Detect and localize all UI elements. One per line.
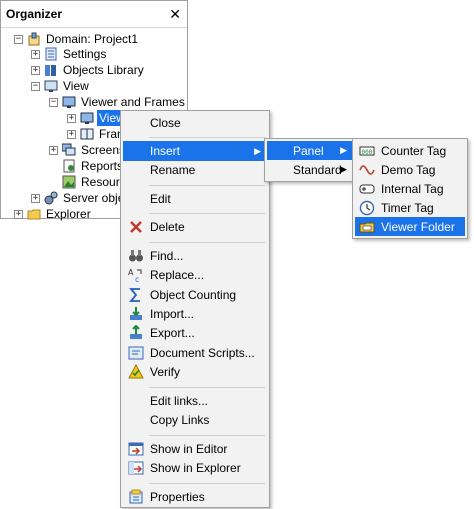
screens-icon [61,143,76,157]
menu-item-close[interactable]: Close [123,113,267,133]
export-icon [128,324,144,341]
menu-item-object-counting[interactable]: Object Counting [123,285,267,305]
view-icon [44,79,58,93]
menu-item-edit[interactable]: Edit [123,189,267,209]
expand-icon[interactable]: + [49,145,58,155]
collapse-icon[interactable]: − [14,34,23,44]
tree-item-settings[interactable]: + Settings [31,46,108,62]
collapse-icon[interactable]: − [49,97,58,107]
expand-icon[interactable]: + [31,193,40,203]
menu-item-document-scripts[interactable]: Document Scripts... [123,343,267,363]
tree-item-viewer-and-frames[interactable]: − Viewer and Frames [49,94,187,110]
tree-item-screens[interactable]: + Screens [49,142,127,158]
menu-separator [149,185,265,186]
monitor-icon [80,111,94,125]
submenu-item-internal-tag[interactable]: Internal Tag [355,179,465,198]
tree-item-objects-library[interactable]: + Objects Library [31,62,146,78]
show-editor-icon [128,441,144,457]
import-icon [128,306,144,322]
replace-icon: Ac [128,267,144,284]
tree-item-label: Viewer and Frames [81,95,185,109]
tree-item-reports[interactable]: Reports [49,158,125,174]
clock-icon [359,200,375,216]
menu-item-copy-links[interactable]: Copy Links [123,410,267,430]
expand-icon[interactable]: + [31,49,40,59]
menu-item-export[interactable]: Export... [123,323,267,343]
tree-item-resources[interactable]: Resourc [49,174,128,190]
menu-item-replace[interactable]: Ac Replace... [123,265,267,285]
expand-icon[interactable]: + [67,129,76,139]
tree-item-explorer[interactable]: + Explorer [14,206,93,222]
folder-icon [27,207,41,221]
monitor-icon [62,95,76,109]
submenu-item-viewer-folder[interactable]: Viewer Folder [355,217,465,236]
organizer-header: Organizer ✕ [1,1,187,28]
insert-submenu: Panel ▶ Standard ▶ [264,138,356,182]
menu-item-delete[interactable]: Delete [123,217,267,237]
svg-text:000: 000 [362,149,373,156]
tree-item-label: Settings [63,47,107,61]
tree-item-label: Domain: Project1 [46,32,139,46]
viewer-folder-icon [359,219,375,235]
menu-separator [149,387,265,388]
scripts-icon [128,345,144,361]
menu-item-insert[interactable]: Insert ▶ [123,141,267,161]
close-icon[interactable]: ✕ [169,7,181,21]
tree-item-label: Server obje [63,191,125,205]
organizer-title: Organizer [6,7,63,21]
counter-tag-icon: 000 [359,143,375,159]
menu-separator [149,137,265,138]
tree-item-label: Objects Library [63,63,144,77]
collapse-icon[interactable]: − [31,81,40,91]
frame-icon [80,127,94,141]
tree-item-server-objects[interactable]: + Server obje [31,190,126,206]
sine-wave-icon [359,162,375,178]
expand-icon[interactable]: + [14,209,23,219]
submenu-item-standard[interactable]: Standard ▶ [267,160,353,179]
show-explorer-icon [128,460,144,476]
menu-separator [149,435,265,436]
warning-icon [128,363,144,380]
resources-icon [62,175,76,189]
menu-item-rename[interactable]: Rename [123,160,267,180]
delete-icon [128,219,144,235]
submenu-item-demo-tag[interactable]: Demo Tag [355,160,465,179]
submenu-arrow-icon: ▶ [254,145,261,156]
svg-text:A: A [128,268,134,277]
menu-item-verify[interactable]: Verify [123,362,267,382]
menu-separator [149,213,265,214]
binoculars-icon [128,248,144,264]
sigma-icon [128,287,144,303]
context-menu: Close Insert ▶ Rename Edit Delete Find..… [120,110,270,508]
settings-icon [44,47,58,61]
panel-submenu: 000 Counter Tag Demo Tag Internal Tag Ti… [352,138,468,239]
expand-icon[interactable]: + [31,65,40,75]
expand-icon[interactable]: + [67,113,76,123]
submenu-item-counter-tag[interactable]: 000 Counter Tag [355,141,465,160]
properties-icon [128,489,144,505]
tree-item-label: Reports [81,159,124,173]
domain-icon [27,32,41,46]
menu-item-import[interactable]: Import... [123,304,267,324]
submenu-item-timer-tag[interactable]: Timer Tag [355,198,465,217]
tree-item-label: View [63,79,89,93]
submenu-arrow-icon: ▶ [340,164,347,174]
menu-item-show-in-editor[interactable]: Show in Editor [123,439,267,459]
menu-separator [149,483,265,484]
menu-item-show-in-explorer[interactable]: Show in Explorer [123,458,267,478]
tree-item-domain[interactable]: − Domain: Project1 [14,31,140,47]
reports-icon [62,159,76,173]
submenu-arrow-icon: ▶ [340,145,347,155]
menu-separator [149,242,265,243]
library-icon [44,63,58,77]
svg-text:c: c [135,275,139,283]
menu-item-properties[interactable]: Properties [123,487,267,507]
tree-item-view[interactable]: − View [31,78,91,94]
menu-item-edit-links[interactable]: Edit links... [123,391,267,411]
gears-icon [44,191,58,205]
internal-tag-icon [359,181,375,197]
submenu-item-panel[interactable]: Panel ▶ [267,141,353,160]
menu-item-find[interactable]: Find... [123,246,267,266]
tree-item-label: Explorer [46,207,91,221]
